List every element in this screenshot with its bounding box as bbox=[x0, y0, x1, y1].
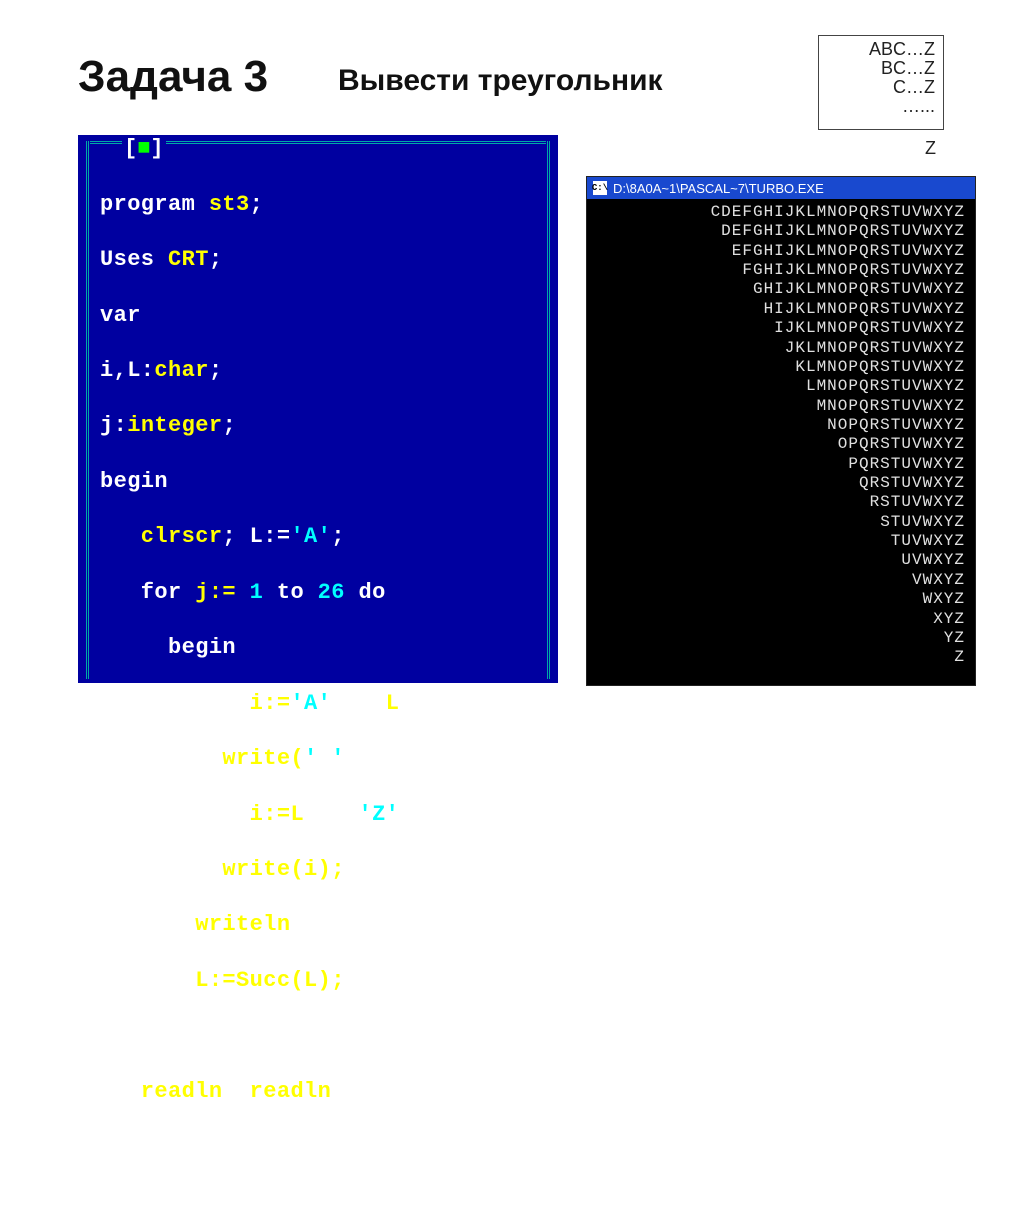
code-editor-panel: [■] program st3; Uses CRT; var i,L:char;… bbox=[78, 135, 558, 683]
console-titlebar[interactable]: C:\ D:\8A0A~1\PASCAL~7\TURBO.EXE bbox=[587, 177, 975, 199]
output-line: MNOPQRSTUVWXYZ bbox=[597, 397, 965, 416]
output-line: WXYZ bbox=[597, 590, 965, 609]
slide: Задача 3 Вывести треугольник ABC…Z BC…Z … bbox=[0, 0, 1024, 768]
output-line: HIJKLMNOPQRSTUVWXYZ bbox=[597, 300, 965, 319]
console-path: D:\8A0A~1\PASCAL~7\TURBO.EXE bbox=[613, 181, 824, 196]
output-line: YZ bbox=[597, 629, 965, 648]
output-line: UVWXYZ bbox=[597, 551, 965, 570]
output-line: IJKLMNOPQRSTUVWXYZ bbox=[597, 319, 965, 338]
console-body: CDEFGHIJKLMNOPQRSTUVWXYZ DEFGHIJKLMNOPQR… bbox=[587, 199, 975, 674]
task-subtitle: Вывести треугольник bbox=[338, 64, 663, 98]
output-line: Z bbox=[597, 648, 965, 667]
output-line: FGHIJKLMNOPQRSTUVWXYZ bbox=[597, 261, 965, 280]
output-line: NOPQRSTUVWXYZ bbox=[597, 416, 965, 435]
output-line: TUVWXYZ bbox=[597, 532, 965, 551]
output-line: STUVWXYZ bbox=[597, 513, 965, 532]
output-line: EFGHIJKLMNOPQRSTUVWXYZ bbox=[597, 242, 965, 261]
output-line: KLMNOPQRSTUVWXYZ bbox=[597, 358, 965, 377]
sample-row: C…Z bbox=[827, 78, 935, 97]
sample-row: BC…Z bbox=[827, 59, 935, 78]
sample-row: ABC…Z bbox=[827, 40, 935, 59]
sample-row: …... bbox=[827, 97, 935, 116]
output-line: PQRSTUVWXYZ bbox=[597, 455, 965, 474]
output-line: OPQRSTUVWXYZ bbox=[597, 435, 965, 454]
cmd-icon: C:\ bbox=[593, 181, 607, 195]
output-line: JKLMNOPQRSTUVWXYZ bbox=[597, 339, 965, 358]
task-title: Задача 3 bbox=[78, 52, 268, 102]
output-line: QRSTUVWXYZ bbox=[597, 474, 965, 493]
output-line: VWXYZ bbox=[597, 571, 965, 590]
console-output-window: C:\ D:\8A0A~1\PASCAL~7\TURBO.EXE CDEFGHI… bbox=[586, 176, 976, 686]
output-line: GHIJKLMNOPQRSTUVWXYZ bbox=[597, 280, 965, 299]
editor-control-widget[interactable]: [■] bbox=[122, 136, 166, 161]
output-line: XYZ bbox=[597, 610, 965, 629]
output-line: LMNOPQRSTUVWXYZ bbox=[597, 377, 965, 396]
sample-final-z: Z bbox=[925, 138, 936, 159]
output-line: DEFGHIJKLMNOPQRSTUVWXYZ bbox=[597, 222, 965, 241]
output-line: RSTUVWXYZ bbox=[597, 493, 965, 512]
sample-output-box: ABC…Z BC…Z C…Z …... bbox=[818, 35, 944, 130]
source-code: program st3; Uses CRT; var i,L:char; j:i… bbox=[100, 163, 440, 1216]
output-line: CDEFGHIJKLMNOPQRSTUVWXYZ bbox=[597, 203, 965, 222]
